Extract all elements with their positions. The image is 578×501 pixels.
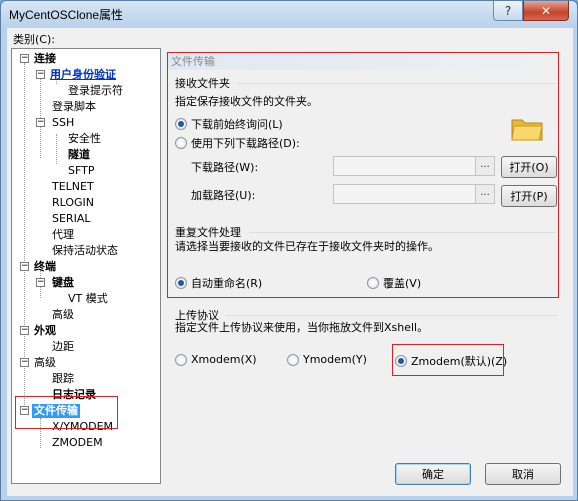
tree-item-login-script[interactable]: 登录脚本 [52, 100, 96, 114]
radio-label: Zmodem(默认)(Z) [411, 355, 508, 368]
radio-label: 使用下列下载路径(D): [191, 137, 300, 150]
radio-label: 自动重命名(R) [191, 277, 263, 290]
cancel-button[interactable]: 取消 [485, 463, 561, 485]
open-o-button[interactable]: 打开(O) [501, 156, 557, 178]
tree-item-telnet[interactable]: TELNET [52, 180, 94, 194]
expand-icon[interactable]: − [20, 358, 29, 367]
expand-icon[interactable]: − [20, 54, 29, 63]
tree-item-sftp[interactable]: SFTP [68, 164, 94, 178]
expand-icon[interactable]: − [36, 70, 45, 79]
category-label: 类别(C): [13, 33, 55, 46]
radio-label: 覆盖(V) [383, 277, 422, 290]
tree-item-login-prompt[interactable]: 登录提示符 [68, 84, 123, 98]
expand-icon[interactable]: − [20, 326, 29, 335]
tree-item-keyboard[interactable]: 键盘 [52, 276, 74, 290]
help-button[interactable]: ? [493, 1, 523, 21]
tree-item-security[interactable]: 安全性 [68, 132, 101, 146]
tree-item-terminal[interactable]: 终端 [34, 260, 56, 274]
tree-item-trace[interactable]: 跟踪 [52, 372, 74, 386]
radio-unchecked-icon [175, 353, 187, 366]
radio-unchecked-icon [287, 353, 299, 366]
browse-upload-button[interactable]: ... [475, 185, 494, 203]
title-bar[interactable]: MyCentOSClone属性 ? ✕ [1, 1, 577, 27]
tree-item-file-transfer[interactable]: 文件传输 [32, 404, 80, 418]
file-transfer-panel: 文件传输 接收文件夹 指定保存接收文件的文件夹。 下载前始终询问(L) 使用下列… [167, 48, 567, 460]
tree-item-user-auth[interactable]: 用户身份验证 [50, 68, 116, 82]
radio-label: Ymodem(Y) [303, 353, 367, 366]
open-p-button[interactable]: 打开(P) [501, 185, 557, 207]
tree-item-zmodem[interactable]: ZMODEM [52, 436, 103, 450]
tree-item-serial[interactable]: SERIAL [52, 212, 90, 226]
radio-unchecked-icon [367, 277, 379, 289]
radio-ask-download[interactable]: 下载前始终询问(L) [175, 116, 283, 132]
tree-item-tunnel[interactable]: 隧道 [68, 148, 90, 162]
tree-item-log[interactable]: 日志记录 [52, 388, 96, 402]
upload-protocol-desc: 指定文件上传协议来使用，当你拖放文件到Xshell。 [175, 321, 429, 334]
tree-connector [40, 70, 41, 158]
expand-icon[interactable]: − [36, 118, 45, 127]
tree-item-margin[interactable]: 边距 [52, 340, 74, 354]
tree-item-proxy[interactable]: 代理 [52, 228, 74, 242]
browse-download-button[interactable]: ... [475, 157, 494, 175]
dialog-client: 类别(C): − 连接 − 用户身份验证 登录提示符 登录脚本 − SSH 安全… [7, 28, 573, 496]
tree-item-connection[interactable]: 连接 [34, 52, 56, 66]
radio-zmodem-default[interactable]: Zmodem(默认)(Z) [395, 353, 507, 369]
folder-icon[interactable] [510, 114, 544, 142]
tree-connector [40, 418, 41, 448]
receive-folder-label: 接收文件夹 [175, 77, 230, 90]
radio-auto-rename[interactable]: 自动重命名(R) [175, 275, 262, 291]
radio-overwrite[interactable]: 覆盖(V) [367, 275, 421, 291]
section-title: 文件传输 [167, 54, 559, 70]
expand-icon[interactable]: − [20, 406, 29, 415]
tree-item-rlogin[interactable]: RLOGIN [52, 196, 94, 210]
ok-button[interactable]: 确定 [395, 463, 471, 485]
group-divider [249, 232, 557, 233]
download-path-input[interactable]: ... [333, 156, 495, 176]
receive-folder-desc: 指定保存接收文件的文件夹。 [175, 95, 318, 108]
radio-label: 下载前始终询问(L) [191, 118, 283, 131]
window-title: MyCentOSClone属性 [9, 8, 124, 22]
upload-path-label: 加载路径(U): [191, 189, 256, 202]
tree-item-keepalive[interactable]: 保持活动状态 [52, 244, 118, 258]
download-path-label: 下载路径(W): [191, 161, 259, 174]
radio-xmodem[interactable]: Xmodem(X) [175, 353, 257, 366]
radio-use-download-path[interactable]: 使用下列下载路径(D): [175, 135, 300, 151]
close-button[interactable]: ✕ [523, 1, 569, 21]
category-tree[interactable]: − 连接 − 用户身份验证 登录提示符 登录脚本 − SSH 安全性 隧道 SF… [11, 48, 161, 484]
radio-label: Xmodem(X) [191, 353, 257, 366]
tree-item-advanced[interactable]: 高级 [34, 356, 56, 370]
duplicate-desc: 请选择当要接收的文件已存在于接收文件夹时的操作。 [175, 240, 439, 253]
tree-item-ssh[interactable]: SSH [52, 116, 74, 130]
tree-item-vt-mode[interactable]: VT 模式 [68, 292, 108, 306]
group-divider [237, 83, 557, 84]
group-divider [225, 315, 557, 316]
upload-path-input[interactable]: ... [333, 184, 495, 204]
radio-checked-icon [175, 277, 187, 289]
expand-icon[interactable]: − [36, 278, 45, 287]
tree-item-term-advanced[interactable]: 高级 [52, 308, 74, 322]
properties-window: MyCentOSClone属性 ? ✕ 类别(C): − 连接 − 用户身份验证… [0, 0, 578, 501]
radio-checked-icon [395, 355, 407, 367]
tree-item-appearance[interactable]: 外观 [34, 324, 56, 338]
radio-checked-icon [175, 118, 187, 130]
expand-icon[interactable]: − [20, 262, 29, 271]
tree-item-xymodem[interactable]: X/YMODEM [52, 420, 113, 434]
radio-ymodem[interactable]: Ymodem(Y) [287, 353, 367, 366]
radio-unchecked-icon [175, 137, 187, 149]
tree-connector [56, 134, 57, 164]
